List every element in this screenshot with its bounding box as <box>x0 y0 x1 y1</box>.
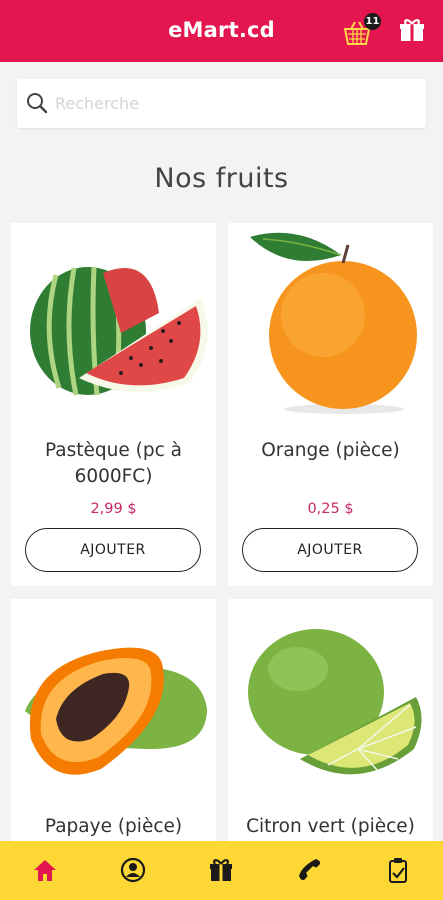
product-card[interactable]: Orange (pièce) 0,25 $ AJOUTER <box>228 223 433 586</box>
nav-call[interactable] <box>296 856 326 886</box>
bottom-navigation <box>0 841 443 900</box>
product-name: Citron vert (pièce) <box>246 816 415 837</box>
nav-account[interactable] <box>119 856 149 886</box>
add-to-cart-button[interactable]: AJOUTER <box>242 528 418 572</box>
product-card[interactable]: Citron vert (pièce) <box>228 599 433 841</box>
product-image-lime <box>248 629 422 775</box>
product-name: Orange (pièce) <box>261 440 400 461</box>
product-image-papaya <box>25 647 207 775</box>
add-to-cart-button[interactable]: AJOUTER <box>25 528 201 572</box>
product-name: Pastèque (pc à 6000FC) <box>44 440 182 487</box>
gift-icon <box>210 859 232 881</box>
search-input[interactable] <box>55 87 415 120</box>
nav-home[interactable] <box>31 856 61 886</box>
gift-icon <box>400 19 424 41</box>
app-header: eMart.cd 11 <box>0 0 443 62</box>
product-price: 0,25 $ <box>307 501 354 517</box>
nav-orders[interactable] <box>384 856 414 886</box>
phone-icon <box>299 859 321 881</box>
search-icon <box>27 93 48 114</box>
nav-gift[interactable] <box>207 856 237 886</box>
cart-count-badge: 11 <box>364 13 381 30</box>
orders-icon <box>389 858 407 883</box>
product-name: Papaye (pièce) <box>44 816 183 837</box>
account-icon <box>120 857 146 883</box>
search-bar[interactable] <box>17 79 426 128</box>
product-image-orange <box>250 232 417 414</box>
product-card[interactable]: Pastèque (pc à 6000FC) 2,99 $ AJOUTER <box>11 223 216 586</box>
section-title: Nos fruits <box>154 163 289 194</box>
product-image-watermelon <box>30 266 208 396</box>
cart-button[interactable]: 11 <box>340 13 381 48</box>
gift-button[interactable] <box>398 16 428 46</box>
home-icon <box>34 860 56 881</box>
product-price: 2,99 $ <box>90 501 137 517</box>
product-card[interactable]: Papaye (pièce) <box>11 599 216 841</box>
